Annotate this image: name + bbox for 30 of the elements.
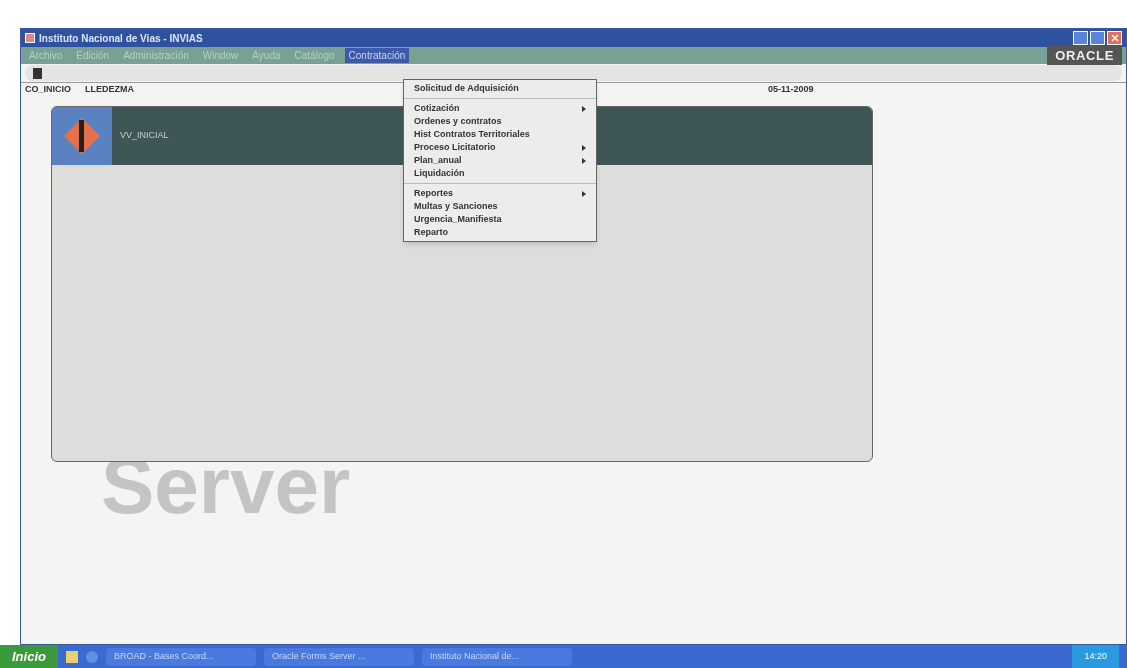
form-name: CO_INICIO (25, 82, 72, 96)
dropdown-item[interactable]: Cotización (404, 102, 596, 115)
submenu-arrow-icon (582, 190, 586, 197)
form-title: VV_INICIAL (120, 129, 169, 143)
user-name: LLEDEZMA (85, 82, 134, 96)
toolbar-icon[interactable] (33, 67, 42, 79)
dropdown-item[interactable]: Reportes (404, 187, 596, 200)
dropdown-item[interactable]: Solicitud de Adquisición (404, 82, 596, 95)
window-title: Instituto Nacional de Vias - INVIAS (39, 31, 203, 46)
app-icon (25, 33, 35, 43)
dropdown-item[interactable]: Plan_anual (404, 154, 596, 167)
close-button[interactable] (1107, 31, 1122, 45)
dropdown-item[interactable]: Proceso Licitatorio (404, 141, 596, 154)
maximize-button[interactable] (1090, 31, 1105, 45)
dropdown-item[interactable]: Ordenes y contratos (404, 115, 596, 128)
close-icon (1110, 34, 1119, 42)
quick-launch-icon[interactable] (65, 650, 78, 663)
dropdown-item[interactable]: Liquidación (404, 167, 596, 180)
dropdown-item[interactable]: Multas y Sanciones (404, 200, 596, 213)
date-field: 05-11-2009 (768, 82, 814, 97)
start-button[interactable]: Inicio (0, 645, 58, 668)
dropdown-item[interactable]: Hist Contratos Territoriales (404, 128, 596, 141)
taskbar-clock: 14:20 (1072, 645, 1119, 668)
dropdown-item[interactable]: Reparto (404, 226, 596, 239)
logo-icon (62, 116, 102, 156)
minimize-button[interactable] (1073, 31, 1088, 45)
menu-item[interactable]: Contratación (344, 48, 410, 63)
dropdown-item[interactable]: Urgencia_Manifiesta (404, 213, 596, 226)
submenu-arrow-icon (582, 105, 586, 112)
oracle-logo: ORACLE (1047, 45, 1122, 66)
